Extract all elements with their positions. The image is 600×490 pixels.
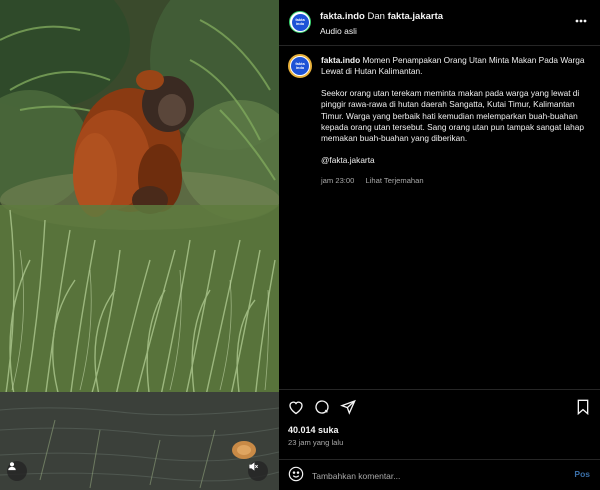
heart-icon[interactable] bbox=[287, 398, 305, 416]
caption-avatar[interactable]: fakta indo bbox=[288, 54, 312, 78]
header-text: fakta.indo Dan fakta.jakarta Audio asli bbox=[320, 10, 560, 37]
avatar-logo: fakta indo bbox=[291, 13, 309, 31]
caption-mention[interactable]: @fakta.jakarta bbox=[321, 155, 593, 166]
emoji-icon[interactable] bbox=[288, 466, 305, 483]
like-count[interactable]: 40.014 suka bbox=[288, 425, 339, 435]
avatar-logo: fakta indo bbox=[291, 57, 309, 75]
post-details-panel: fakta indo fakta.indo Dan fakta.jakarta A… bbox=[279, 0, 600, 490]
post-comment-button[interactable]: Pos bbox=[574, 469, 590, 479]
muted-speaker-icon[interactable] bbox=[248, 461, 268, 481]
user-tag-icon[interactable] bbox=[7, 461, 27, 481]
action-bar bbox=[279, 396, 600, 418]
caption-section: fakta indo fakta.indo Momen Penampakan Or… bbox=[279, 46, 600, 388]
translate-link[interactable]: Lihat Terjemahan bbox=[365, 176, 423, 185]
caption-author[interactable]: fakta.indo bbox=[321, 55, 360, 65]
caption-meta: jam 23:00 Lihat Terjemahan bbox=[321, 175, 593, 186]
collaborator-username[interactable]: fakta.jakarta bbox=[388, 11, 443, 22]
post-timestamp: 23 jam yang lalu bbox=[288, 438, 344, 447]
post-header: fakta indo fakta.indo Dan fakta.jakarta A… bbox=[279, 0, 600, 45]
author-avatar[interactable]: fakta indo bbox=[289, 11, 311, 33]
post-video[interactable] bbox=[0, 0, 279, 490]
bookmark-icon[interactable] bbox=[574, 398, 592, 416]
audio-label[interactable]: Audio asli bbox=[320, 25, 560, 37]
caption-title: Momen Penampakan Orang Utan Minta Makan … bbox=[321, 55, 585, 77]
caption-time: jam 23:00 bbox=[321, 176, 355, 186]
video-frame bbox=[0, 0, 279, 490]
caption-body: Seekor orang utan terekam meminta makan … bbox=[321, 87, 584, 144]
comment-icon[interactable] bbox=[313, 398, 331, 416]
more-horizontal-icon[interactable] bbox=[574, 14, 588, 28]
comment-input[interactable] bbox=[312, 468, 552, 483]
comment-bar: Pos bbox=[279, 461, 600, 490]
author-username[interactable]: fakta.indo bbox=[320, 11, 365, 22]
collab-connector: Dan bbox=[367, 11, 385, 22]
caption-text: fakta.indo Momen Penampakan Orang Utan M… bbox=[321, 55, 593, 186]
send-icon[interactable] bbox=[339, 398, 357, 416]
comment-divider bbox=[279, 459, 600, 460]
actions-divider bbox=[279, 389, 600, 390]
